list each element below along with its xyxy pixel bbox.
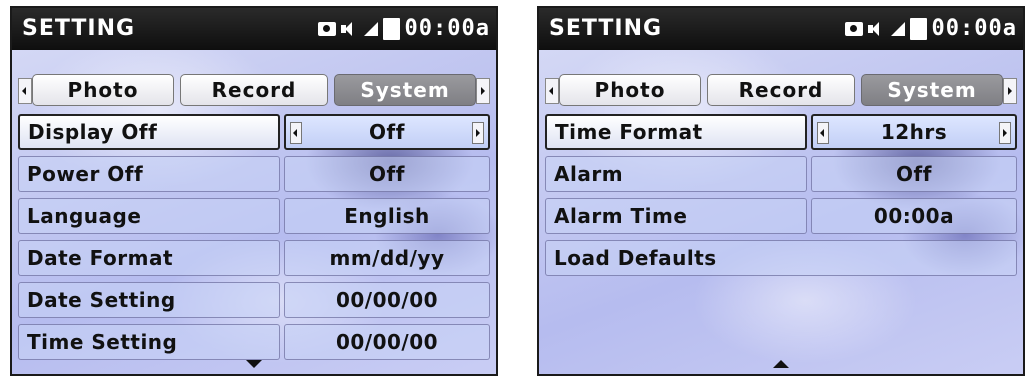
load-defaults-button[interactable]: Load Defaults	[545, 240, 1017, 276]
tab-record[interactable]: Record	[180, 74, 328, 106]
arrow-left-icon[interactable]	[817, 122, 829, 144]
signal-icon	[890, 21, 905, 36]
settings-list: Display Off Off Power Off Off Language E…	[18, 114, 490, 366]
setting-value: Off	[284, 156, 490, 192]
tab-system[interactable]: System	[334, 74, 476, 106]
setting-value: English	[284, 198, 490, 234]
setting-row-date-setting[interactable]: Date Setting 00/00/00	[18, 282, 490, 318]
arrow-left-icon[interactable]	[18, 78, 32, 104]
status-area: 00:00a	[317, 16, 490, 41]
screen-title: SETTING	[549, 16, 663, 41]
settings-screen-left: SETTING 00:00a Photo Record System Displ…	[10, 6, 498, 376]
battery-icon	[909, 17, 927, 40]
tab-bar: Photo Record System	[545, 74, 1017, 106]
speaker-icon	[340, 21, 359, 36]
tab-photo[interactable]: Photo	[559, 74, 701, 106]
setting-label: Time Format	[545, 114, 807, 150]
arrow-right-icon[interactable]	[1003, 78, 1017, 104]
camera-icon	[844, 21, 863, 36]
arrow-right-icon[interactable]	[472, 122, 484, 144]
signal-icon	[363, 21, 378, 36]
setting-row-load-defaults[interactable]: Load Defaults	[545, 240, 1017, 276]
tab-bar: Photo Record System	[18, 74, 490, 106]
speaker-icon	[867, 21, 886, 36]
setting-value[interactable]: 12hrs	[811, 114, 1017, 150]
setting-value[interactable]: Off	[284, 114, 490, 150]
status-area: 00:00a	[844, 16, 1017, 41]
arrow-right-icon[interactable]	[476, 78, 490, 104]
scroll-down-icon[interactable]	[246, 360, 262, 368]
title-bar: SETTING 00:00a	[539, 8, 1023, 50]
setting-label: Language	[18, 198, 280, 234]
arrow-right-icon[interactable]	[999, 122, 1011, 144]
setting-value: 00/00/00	[284, 282, 490, 318]
setting-label: Alarm	[545, 156, 807, 192]
settings-screen-right: SETTING 00:00a Photo Record System Time …	[537, 6, 1025, 376]
setting-label: Time Setting	[18, 324, 280, 360]
settings-list: Time Format 12hrs Alarm Off Alarm Time 0…	[545, 114, 1017, 282]
title-bar: SETTING 00:00a	[12, 8, 496, 50]
clock: 00:00a	[404, 16, 490, 41]
setting-row-alarm-time[interactable]: Alarm Time 00:00a	[545, 198, 1017, 234]
arrow-left-icon[interactable]	[290, 122, 302, 144]
setting-label: Display Off	[18, 114, 280, 150]
tab-record[interactable]: Record	[707, 74, 855, 106]
setting-value-text: Off	[369, 120, 405, 144]
setting-row-display-off[interactable]: Display Off Off	[18, 114, 490, 150]
screen-title: SETTING	[22, 16, 136, 41]
clock: 00:00a	[931, 16, 1017, 41]
tab-photo[interactable]: Photo	[32, 74, 174, 106]
setting-row-alarm[interactable]: Alarm Off	[545, 156, 1017, 192]
battery-icon	[382, 17, 400, 40]
setting-value: mm/dd/yy	[284, 240, 490, 276]
setting-row-power-off[interactable]: Power Off Off	[18, 156, 490, 192]
camera-icon	[317, 21, 336, 36]
setting-row-date-format[interactable]: Date Format mm/dd/yy	[18, 240, 490, 276]
setting-label: Alarm Time	[545, 198, 807, 234]
setting-label: Power Off	[18, 156, 280, 192]
arrow-left-icon[interactable]	[545, 78, 559, 104]
scroll-up-icon[interactable]	[773, 360, 789, 368]
setting-value: Off	[811, 156, 1017, 192]
tab-system[interactable]: System	[861, 74, 1003, 106]
setting-label: Date Format	[18, 240, 280, 276]
setting-label: Date Setting	[18, 282, 280, 318]
setting-value: 00:00a	[811, 198, 1017, 234]
setting-row-time-setting[interactable]: Time Setting 00/00/00	[18, 324, 490, 360]
setting-row-language[interactable]: Language English	[18, 198, 490, 234]
setting-row-time-format[interactable]: Time Format 12hrs	[545, 114, 1017, 150]
setting-value-text: 12hrs	[880, 120, 948, 144]
setting-value: 00/00/00	[284, 324, 490, 360]
